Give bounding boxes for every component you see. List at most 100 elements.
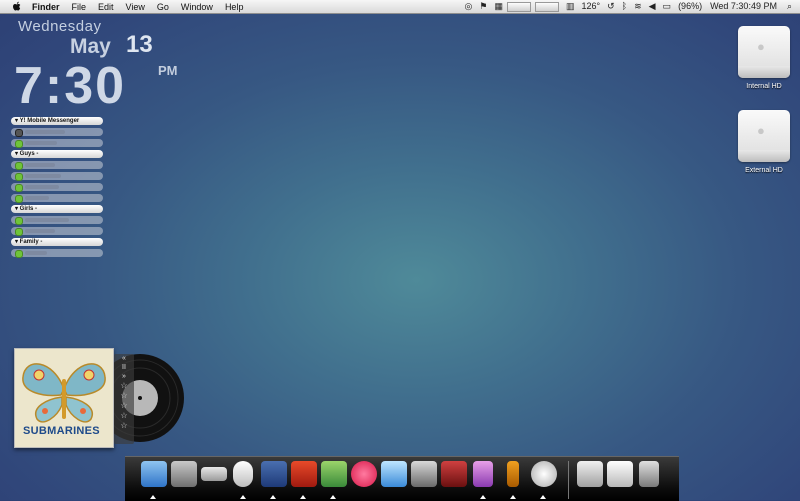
hard-drive-icon[interactable]: ● <box>738 110 790 162</box>
battery-icon[interactable]: ▭ <box>663 0 672 13</box>
status-icon <box>15 162 23 170</box>
star-icon[interactable]: ☆ <box>114 381 134 391</box>
contact-row[interactable] <box>11 161 103 170</box>
contact-name-redacted <box>25 174 61 178</box>
apple-logo-icon: ● <box>757 39 765 54</box>
contact-row[interactable] <box>11 227 103 236</box>
menu-edit[interactable]: Edit <box>98 2 114 12</box>
star-icon[interactable]: ☆ <box>114 411 134 421</box>
clock-date: 13 <box>126 31 153 58</box>
stuffed-icon[interactable] <box>291 461 317 487</box>
menu-help[interactable]: Help <box>225 2 244 12</box>
trash-icon[interactable] <box>639 461 659 487</box>
menu-file[interactable]: File <box>72 2 87 12</box>
group-header[interactable]: ▾ Girls - <box>11 205 103 213</box>
group-header[interactable]: ▾ Y! Mobile Messenger <box>11 117 103 125</box>
previous-button[interactable]: « <box>114 354 134 363</box>
drive-label[interactable]: Internal HD <box>734 83 794 90</box>
stuff-stack-icon[interactable] <box>607 461 633 487</box>
album-art[interactable]: SUBMARINES <box>14 348 114 448</box>
star-icon[interactable]: ☆ <box>114 421 134 431</box>
system-preferences-icon[interactable] <box>171 461 197 487</box>
contact-row[interactable] <box>11 194 103 203</box>
drive-strip <box>738 66 790 78</box>
contact-name-redacted <box>25 229 55 233</box>
cpu-meter-icon[interactable] <box>506 1 531 12</box>
contact-name-redacted <box>25 141 57 145</box>
status-icon <box>15 184 23 192</box>
clock-day: Wednesday <box>18 18 102 35</box>
camera-icon[interactable] <box>411 461 437 487</box>
iphoto-icon[interactable] <box>321 461 347 487</box>
internal-hd-drive[interactable]: ● Internal HD <box>734 26 794 90</box>
status-icon <box>15 228 23 236</box>
menu-finder[interactable]: Finder <box>32 2 60 12</box>
airport-icon[interactable]: ⚑ <box>479 0 487 13</box>
time-machine-icon[interactable]: ↺ <box>607 0 615 13</box>
coffee-icon[interactable] <box>531 461 557 487</box>
ipod-icon[interactable] <box>507 461 519 487</box>
running-indicator <box>240 495 246 499</box>
music-controls: « II » ☆ ☆ ☆ ☆ ☆ <box>114 354 134 444</box>
star-icon[interactable]: ☆ <box>114 391 134 401</box>
pause-button[interactable]: II <box>114 363 134 372</box>
clock-month: May <box>70 35 111 58</box>
status-icon <box>15 217 23 225</box>
contact-row[interactable] <box>11 128 103 137</box>
contact-name-redacted <box>25 251 47 255</box>
spotlight-icon[interactable]: ⌕ <box>787 0 792 13</box>
status-icon <box>15 250 23 258</box>
contact-row[interactable] <box>11 183 103 192</box>
contact-name-redacted <box>25 185 59 189</box>
temperature-readout[interactable]: 126° <box>582 0 601 13</box>
drive-label[interactable]: External HD <box>734 167 794 174</box>
menu-view[interactable]: View <box>126 2 145 12</box>
group-header[interactable]: ▾ Family - <box>11 238 103 246</box>
external-hd-drive[interactable]: ● External HD <box>734 110 794 174</box>
downloads-stack-icon[interactable] <box>577 461 603 487</box>
hard-drive-icon[interactable]: ● <box>738 26 790 78</box>
bluetooth-icon[interactable]: ᛒ <box>622 0 627 13</box>
group-header[interactable]: ▾ Guys - <box>11 150 103 158</box>
contact-name-redacted <box>25 130 65 134</box>
skype-icon[interactable]: ◎ <box>465 0 473 13</box>
running-indicator <box>480 495 486 499</box>
textedit-icon[interactable] <box>261 461 287 487</box>
nes-emulator-icon[interactable] <box>201 467 227 481</box>
menu-window[interactable]: Window <box>181 2 213 12</box>
finder-icon[interactable] <box>141 461 167 487</box>
star-icon[interactable]: ☆ <box>114 401 134 411</box>
menu-clock[interactable]: Wed 7:30:49 PM <box>710 0 777 13</box>
drive-strip <box>738 150 790 162</box>
fish-icon[interactable] <box>381 461 407 487</box>
contact-row[interactable] <box>11 216 103 225</box>
wifi-icon[interactable]: ≋ <box>634 0 642 13</box>
calendar-icon[interactable]: ▦ <box>494 0 503 13</box>
battery-percent[interactable]: (96%) <box>678 0 702 13</box>
apple-menu-icon[interactable] <box>12 1 22 12</box>
next-button[interactable]: » <box>114 372 134 381</box>
network-meter-icon[interactable]: ▥ <box>566 0 575 13</box>
contact-row[interactable] <box>11 139 103 148</box>
contact-name-redacted <box>25 196 49 200</box>
memory-meter-icon[interactable] <box>534 1 559 12</box>
menu-go[interactable]: Go <box>157 2 169 12</box>
heart-icon[interactable] <box>351 461 377 487</box>
contact-row[interactable] <box>11 172 103 181</box>
status-icon <box>15 173 23 181</box>
contact-name-redacted <box>25 218 69 222</box>
running-indicator <box>540 495 546 499</box>
contact-row[interactable] <box>11 249 103 258</box>
photo-booth-icon[interactable] <box>441 461 467 487</box>
wall-e-icon[interactable] <box>233 461 253 487</box>
apple-logo-icon: ● <box>757 123 765 138</box>
menu-extras: ◎ ⚑ ▦ ▥ 126° ↺ ᛒ ≋ ◀ ▭ (96%) Wed 7:30:49… <box>458 0 800 13</box>
drink-icon[interactable] <box>473 461 493 487</box>
running-indicator <box>510 495 516 499</box>
contact-name-redacted <box>25 163 55 167</box>
volume-icon[interactable]: ◀ <box>649 0 656 13</box>
status-icon <box>15 129 23 137</box>
rating-stars[interactable]: ☆ ☆ ☆ ☆ ☆ <box>114 381 134 431</box>
messenger-widget: ▾ Y! Mobile Messenger ▾ Guys - ▾ Girls -… <box>11 117 103 260</box>
running-indicator <box>270 495 276 499</box>
